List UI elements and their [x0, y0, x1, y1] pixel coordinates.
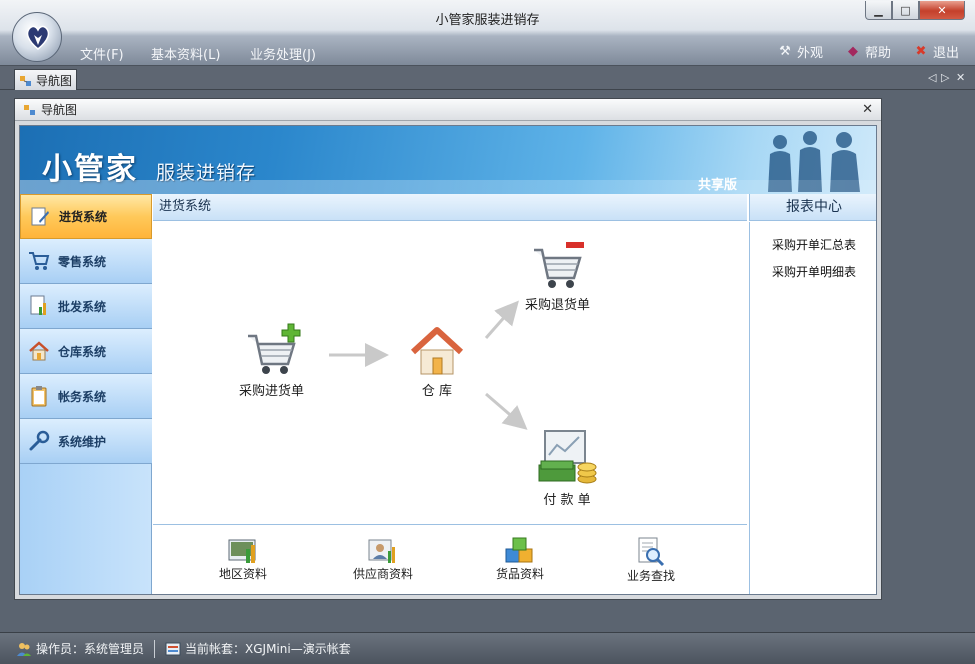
- status-divider: [154, 639, 156, 658]
- node-warehouse[interactable]: 仓 库: [409, 326, 465, 399]
- brand-banner: 小管家 服装进销存 共享版: [20, 126, 876, 194]
- report-link-summary[interactable]: 采购开单汇总表: [750, 236, 876, 253]
- navigation-frame: 小管家 服装进销存 共享版 进货系统 零售系统 批发系统 仓库系统 帐务系统 系…: [19, 125, 877, 595]
- navigation-window: 导航图 ✕ 小管家 服装进销存 共享版 进货系统 零售系统 批发系统 仓库系统 …: [14, 98, 882, 600]
- supplier-icon: [368, 539, 395, 563]
- cart-add-icon: [247, 323, 300, 374]
- report-center-list: 采购开单汇总表 采购开单明细表: [749, 222, 876, 594]
- menu-exit-label: 退出: [933, 46, 960, 61]
- clipboard-icon: [28, 385, 50, 407]
- title-bar: 小管家服装进销存 ▁ □ ✕ 文件(F) 基本资料(L) 业务处理(J) ⚒ 外…: [0, 0, 975, 66]
- menu-help[interactable]: ◆ 帮助: [845, 42, 892, 62]
- quick-link-label: 地区资料: [219, 567, 268, 581]
- quick-link-goods[interactable]: 货品资料: [496, 537, 544, 582]
- module-sidebar: 进货系统 零售系统 批发系统 仓库系统 帐务系统 系统维护: [20, 194, 152, 594]
- node-label: 采购进货单: [239, 384, 305, 399]
- quick-link-label: 业务查找: [627, 569, 676, 583]
- menu-exit[interactable]: ✖ 退出: [913, 42, 960, 62]
- quick-link-label: 货品资料: [496, 567, 545, 581]
- sidebar-item-label: 进货系统: [59, 210, 108, 224]
- navigation-window-title: 导航图: [41, 103, 78, 117]
- help-book-icon: ◆: [848, 43, 858, 59]
- maximize-button[interactable]: □: [892, 1, 919, 20]
- tools-icon: ⚒: [779, 43, 791, 59]
- house-icon: [410, 327, 464, 375]
- tab-scroll-left-icon[interactable]: ◁: [928, 71, 936, 84]
- sidebar-item-maintenance[interactable]: 系统维护: [20, 419, 152, 464]
- node-payment[interactable]: 付 款 单: [535, 427, 599, 508]
- minimize-button[interactable]: ▁: [865, 1, 892, 20]
- exit-x-icon: ✖: [915, 43, 927, 59]
- quick-links-bar: 地区资料 供应商资料 货品资料 业务查找: [153, 524, 747, 594]
- menu-basic-data[interactable]: 基本资料(L): [151, 44, 220, 63]
- quick-link-search[interactable]: 业务查找: [627, 537, 675, 584]
- sidebar-item-label: 帐务系统: [58, 389, 107, 404]
- mdi-workspace: 导航图 ✕ 小管家 服装进销存 共享版 进货系统 零售系统 批发系统 仓库系统 …: [0, 90, 975, 632]
- status-account: 当前帐套：XGJMini—演示帐套: [165, 640, 351, 657]
- sidebar-item-label: 仓库系统: [58, 344, 107, 359]
- navigation-window-titlebar: 导航图 ✕: [15, 99, 881, 121]
- navigation-map-icon: [24, 104, 35, 115]
- cart-remove-icon: [533, 242, 584, 288]
- sidebar-item-retail[interactable]: 零售系统: [20, 239, 152, 284]
- node-label: 采购退货单: [525, 298, 591, 313]
- tab-navigation[interactable]: 导航图: [14, 69, 77, 91]
- sidebar-item-purchase[interactable]: 进货系统: [20, 194, 152, 239]
- menu-business[interactable]: 业务处理(J): [250, 44, 316, 63]
- brand-subtitle: 服装进销存: [156, 162, 257, 184]
- menu-help-label: 帮助: [865, 46, 892, 61]
- status-operator-text: 操作员：系统管理员: [36, 642, 145, 656]
- section-header: 进货系统: [153, 194, 747, 221]
- quick-link-region[interactable]: 地区资料: [219, 537, 267, 582]
- navigation-map-icon: [20, 75, 31, 86]
- status-bar: 操作员：系统管理员 当前帐套：XGJMini—演示帐套: [0, 632, 975, 664]
- tab-navigation-label: 导航图: [36, 74, 73, 88]
- users-icon: [17, 642, 31, 656]
- node-purchase-order[interactable]: 采购进货单: [239, 322, 304, 399]
- quick-link-label: 供应商资料: [353, 567, 414, 581]
- house-icon: [28, 340, 50, 362]
- brand-name: 小管家: [42, 152, 138, 187]
- workflow-diagram: 采购进货单 仓 库 采购退货单 付 款 单: [153, 222, 747, 524]
- report-link-detail[interactable]: 采购开单明细表: [750, 263, 876, 280]
- sidebar-item-label: 系统维护: [58, 434, 107, 449]
- menu-file[interactable]: 文件(F): [80, 44, 124, 63]
- payment-money-icon: [538, 430, 597, 484]
- tab-close-icon[interactable]: ✕: [956, 71, 965, 84]
- window-title: 小管家服装进销存: [435, 13, 540, 28]
- node-label: 付 款 单: [543, 493, 591, 508]
- map-chart-icon: [228, 539, 256, 563]
- edition-label: 共享版: [698, 178, 738, 193]
- node-label: 仓 库: [421, 384, 453, 399]
- node-purchase-return[interactable]: 采购退货单: [525, 236, 590, 313]
- sidebar-item-wholesale[interactable]: 批发系统: [20, 284, 152, 329]
- report-center-header: 报表中心: [749, 194, 876, 221]
- window-close-icon[interactable]: ✕: [862, 102, 873, 117]
- document-tab-strip: 导航图 ◁ ▷ ✕: [0, 66, 975, 91]
- boxes-icon: [505, 537, 533, 563]
- sidebar-item-accounts[interactable]: 帐务系统: [20, 374, 152, 419]
- menu-skin[interactable]: ⚒ 外观: [777, 42, 824, 62]
- status-account-text: 当前帐套：XGJMini—演示帐套: [185, 642, 351, 656]
- sidebar-item-label: 批发系统: [58, 299, 107, 314]
- status-operator: 操作员：系统管理员: [16, 640, 144, 657]
- sidebar-item-label: 零售系统: [58, 254, 107, 269]
- document-pencil-icon: [29, 206, 51, 228]
- document-chart-icon: [28, 295, 50, 317]
- close-button[interactable]: ✕: [919, 1, 965, 20]
- sidebar-item-warehouse[interactable]: 仓库系统: [20, 329, 152, 374]
- quick-link-supplier[interactable]: 供应商资料: [353, 537, 413, 582]
- business-people-image: [768, 131, 860, 192]
- menu-skin-label: 外观: [797, 46, 824, 61]
- cart-icon: [28, 250, 50, 272]
- search-document-icon: [638, 537, 665, 567]
- wrench-icon: [28, 430, 50, 452]
- account-set-icon: [165, 642, 181, 655]
- tab-scroll-right-icon[interactable]: ▷: [941, 71, 949, 84]
